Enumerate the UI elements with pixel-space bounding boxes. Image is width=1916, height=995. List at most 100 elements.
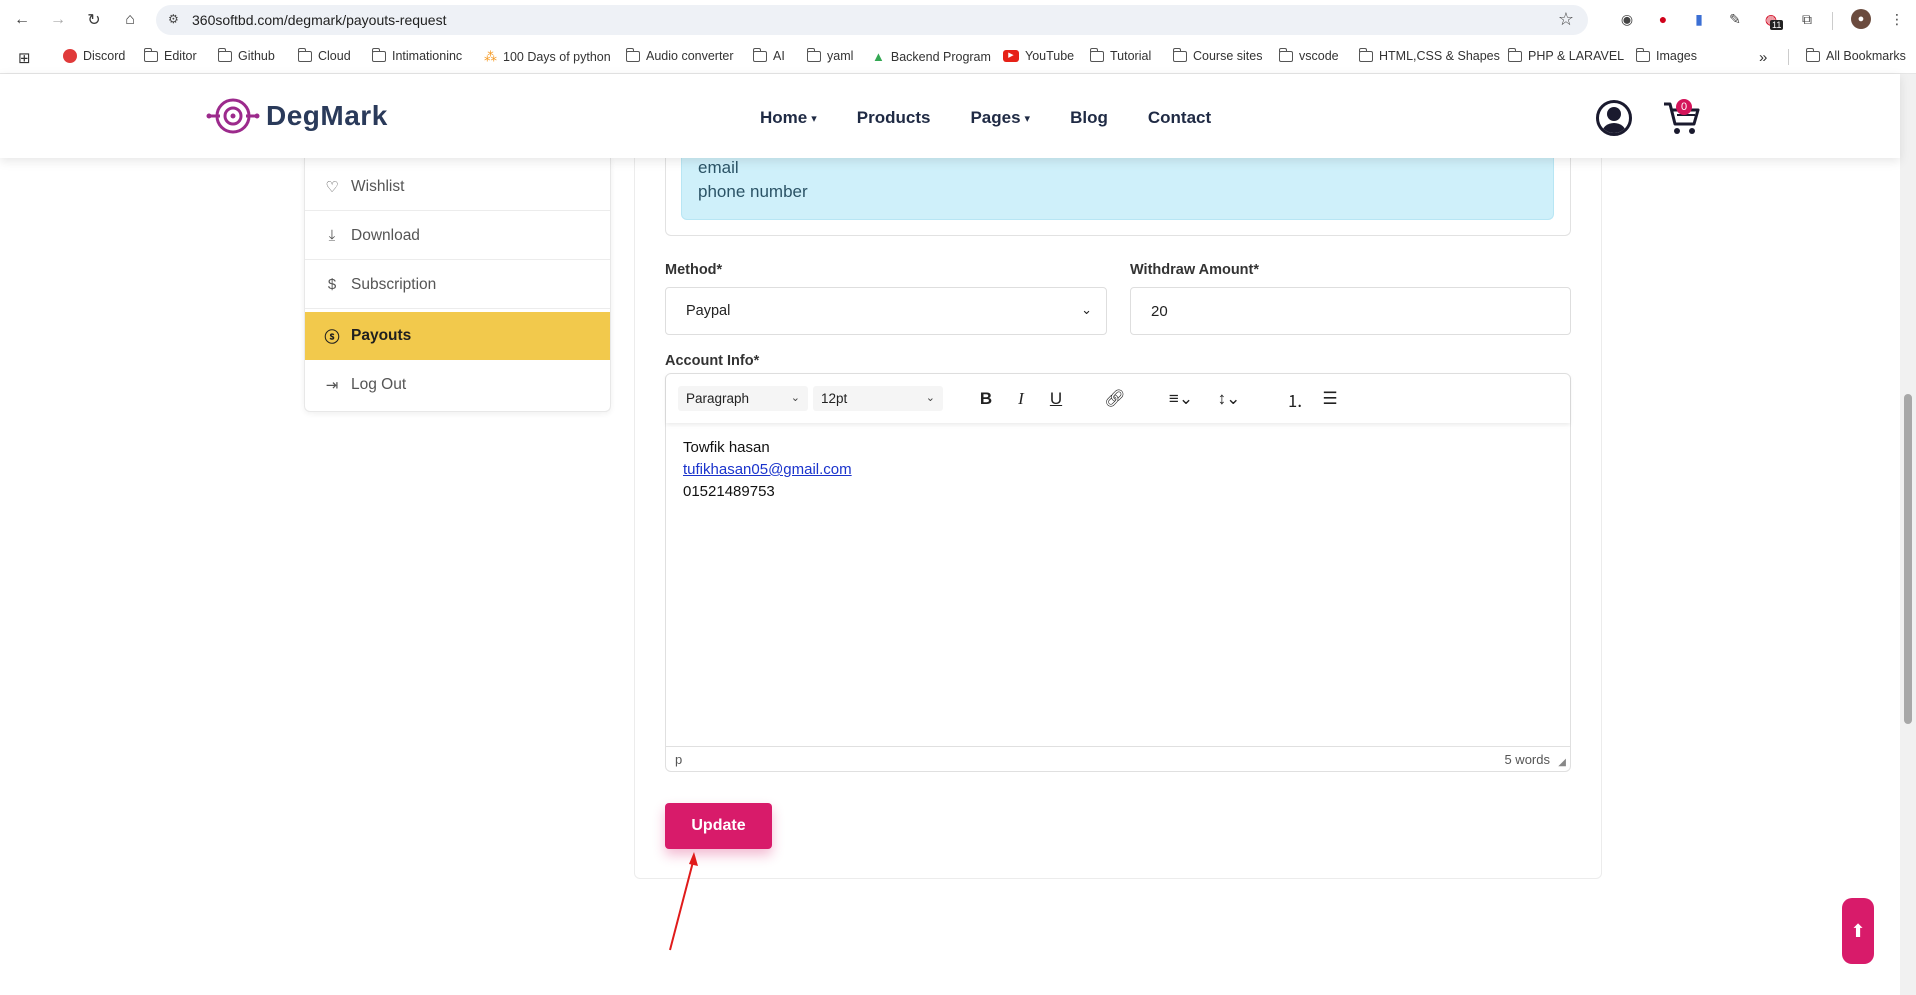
bookmark-course-sites[interactable]: Course sites: [1172, 47, 1262, 63]
opera-icon[interactable]: ●: [1653, 9, 1673, 29]
withdraw-amount-input[interactable]: 20: [1130, 287, 1571, 335]
bookmark-backend[interactable]: ▲ Backend Program: [872, 49, 991, 64]
resize-handle-icon[interactable]: ◢: [1558, 757, 1566, 768]
more-bookmarks-chevron-icon[interactable]: »: [1759, 49, 1767, 66]
profile-avatar-icon[interactable]: ●: [1851, 9, 1871, 29]
puzzle-icon[interactable]: ⧉: [1797, 9, 1817, 29]
bookmark-label: Discord: [83, 49, 126, 63]
all-bookmarks[interactable]: All Bookmarks: [1805, 47, 1906, 63]
bookmark-python[interactable]: ⁂ 100 Days of python: [484, 49, 611, 65]
python-icon: ⁂: [484, 49, 497, 64]
align-icon[interactable]: ≡⌄: [1163, 387, 1199, 411]
all-bookmarks-label: All Bookmarks: [1826, 49, 1906, 63]
folder-icon: [1089, 47, 1104, 62]
folder-icon: [625, 47, 640, 62]
bookmark-label: HTML,CSS & Shapes: [1379, 49, 1500, 63]
nav-label: Blog: [1070, 108, 1108, 127]
block-format-select[interactable]: Paragraph ⌄: [678, 386, 808, 411]
nav-products[interactable]: Products: [857, 108, 931, 128]
user-account-icon[interactable]: [1596, 100, 1632, 136]
withdraw-amount-value: 20: [1151, 302, 1168, 320]
bookmark-intimationinc[interactable]: Intimationinc: [371, 47, 462, 63]
logout-icon: ⇥: [325, 377, 339, 394]
bold-icon[interactable]: B: [974, 387, 998, 411]
cart-count-badge: 0: [1676, 99, 1692, 115]
bookmark-star-icon[interactable]: ☆: [1558, 9, 1574, 30]
site-header: DegMark Home ▾ Products Pages ▾ Blog Conta…: [0, 74, 1900, 158]
bookmark-github[interactable]: Github: [217, 47, 275, 63]
logo-mark-icon: [206, 98, 260, 134]
editor-email-link[interactable]: tufikhasan05@gmail.com: [683, 461, 852, 478]
sidebar-item-label: Wishlist: [351, 177, 405, 195]
sidebar-item-download[interactable]: ⤓ Download: [305, 212, 610, 260]
nav-home[interactable]: Home ▾: [760, 108, 817, 128]
bookmark-label: Audio converter: [646, 49, 734, 63]
folder-icon: [297, 47, 312, 62]
bookmark-editor[interactable]: Editor: [143, 47, 197, 63]
extension-blue-icon[interactable]: ▮: [1689, 9, 1709, 29]
link-icon[interactable]: 🔗︎: [1103, 387, 1127, 411]
download-icon: ⤓: [328, 227, 336, 244]
url-text[interactable]: 360softbd.com/degmark/payouts-request: [192, 12, 446, 28]
editor-element-path[interactable]: p: [675, 752, 682, 767]
folder-icon: [217, 47, 232, 62]
nav-blog[interactable]: Blog: [1070, 108, 1108, 128]
scrollbar-thumb[interactable]: [1904, 394, 1912, 724]
nav-contact[interactable]: Contact: [1148, 108, 1211, 128]
bookmark-html-css[interactable]: HTML,CSS & Shapes: [1358, 47, 1500, 63]
block-format-value: Paragraph: [686, 391, 750, 406]
folder-icon: [1635, 47, 1650, 62]
sidebar-item-label: Download: [351, 226, 420, 244]
sidebar-item-logout[interactable]: ⇥ Log Out: [305, 361, 610, 409]
numbered-list-icon[interactable]: ⒈: [1283, 387, 1307, 411]
underline-icon[interactable]: U: [1044, 387, 1068, 411]
bookmark-images[interactable]: Images: [1635, 47, 1697, 63]
bookmark-yaml[interactable]: yaml: [806, 47, 853, 63]
nav-pages[interactable]: Pages ▾: [970, 108, 1030, 128]
sidebar-item-subscription[interactable]: $ Subscription: [305, 261, 610, 309]
bookmark-tutorial[interactable]: Tutorial: [1089, 47, 1152, 63]
bookmark-discord[interactable]: Discord: [63, 49, 125, 63]
bookmark-label: Backend Program: [890, 49, 991, 64]
note-line: email: [698, 158, 739, 177]
site-info-icon[interactable]: ⚙: [168, 12, 184, 28]
bookmark-label: PHP & LARAVEL: [1528, 49, 1625, 63]
method-select[interactable]: Paypal ⌄: [665, 287, 1107, 335]
extension-badge-count: 11: [1770, 20, 1784, 30]
address-bar[interactable]: ⚙ 360softbd.com/degmark/payouts-request …: [156, 5, 1588, 35]
editor-content[interactable]: Towfik hasan tufikhasan05@gmail.com 0152…: [683, 437, 852, 503]
eyedropper-icon[interactable]: ✎: [1725, 9, 1745, 29]
sidebar-item-payouts[interactable]: ⓢ Payouts: [305, 312, 610, 360]
bookmark-cloud[interactable]: Cloud: [297, 47, 351, 63]
sidebar-item-wishlist[interactable]: ♡ Wishlist: [305, 163, 610, 211]
back-icon[interactable]: ←: [10, 8, 34, 32]
bookmark-vscode[interactable]: vscode: [1278, 47, 1339, 63]
bookmark-label: Images: [1656, 49, 1697, 63]
italic-icon[interactable]: I: [1009, 387, 1033, 411]
folder-icon: [752, 47, 767, 62]
camera-icon[interactable]: ◉: [1617, 9, 1637, 29]
home-icon[interactable]: ⌂: [118, 8, 142, 32]
bookmark-label: Tutorial: [1110, 49, 1152, 63]
chevron-down-icon: ⌄: [1081, 302, 1092, 317]
line-height-icon[interactable]: ↕⌄: [1211, 387, 1247, 411]
page-scrollbar[interactable]: [1900, 74, 1916, 995]
bookmark-audio-converter[interactable]: Audio converter: [625, 47, 734, 63]
font-size-value: 12pt: [821, 391, 848, 406]
scroll-to-top-button[interactable]: ⬆: [1842, 898, 1874, 964]
account-sidebar: ♡ Wishlist ⤓ Download $ Subscription ⓢ Payou…: [304, 158, 611, 412]
apps-grid-icon[interactable]: ⊞: [18, 49, 31, 67]
reload-icon[interactable]: ↻: [82, 8, 106, 32]
brand-logo[interactable]: DegMark: [206, 97, 388, 135]
bookmark-label: Github: [238, 49, 275, 63]
font-size-select[interactable]: 12pt ⌄: [813, 386, 943, 411]
folder-icon: [806, 47, 821, 62]
bullet-list-icon[interactable]: ☰: [1318, 387, 1342, 411]
bookmark-php-laravel[interactable]: PHP & LARAVEL: [1507, 47, 1625, 63]
bookmark-youtube[interactable]: ▶ YouTube: [1003, 49, 1074, 63]
bookmark-label: YouTube: [1025, 49, 1075, 63]
forward-icon[interactable]: →: [46, 8, 70, 32]
update-button[interactable]: Update: [665, 803, 772, 849]
bookmark-ai[interactable]: AI: [752, 47, 785, 63]
menu-kebab-icon[interactable]: ⋮: [1887, 9, 1907, 29]
